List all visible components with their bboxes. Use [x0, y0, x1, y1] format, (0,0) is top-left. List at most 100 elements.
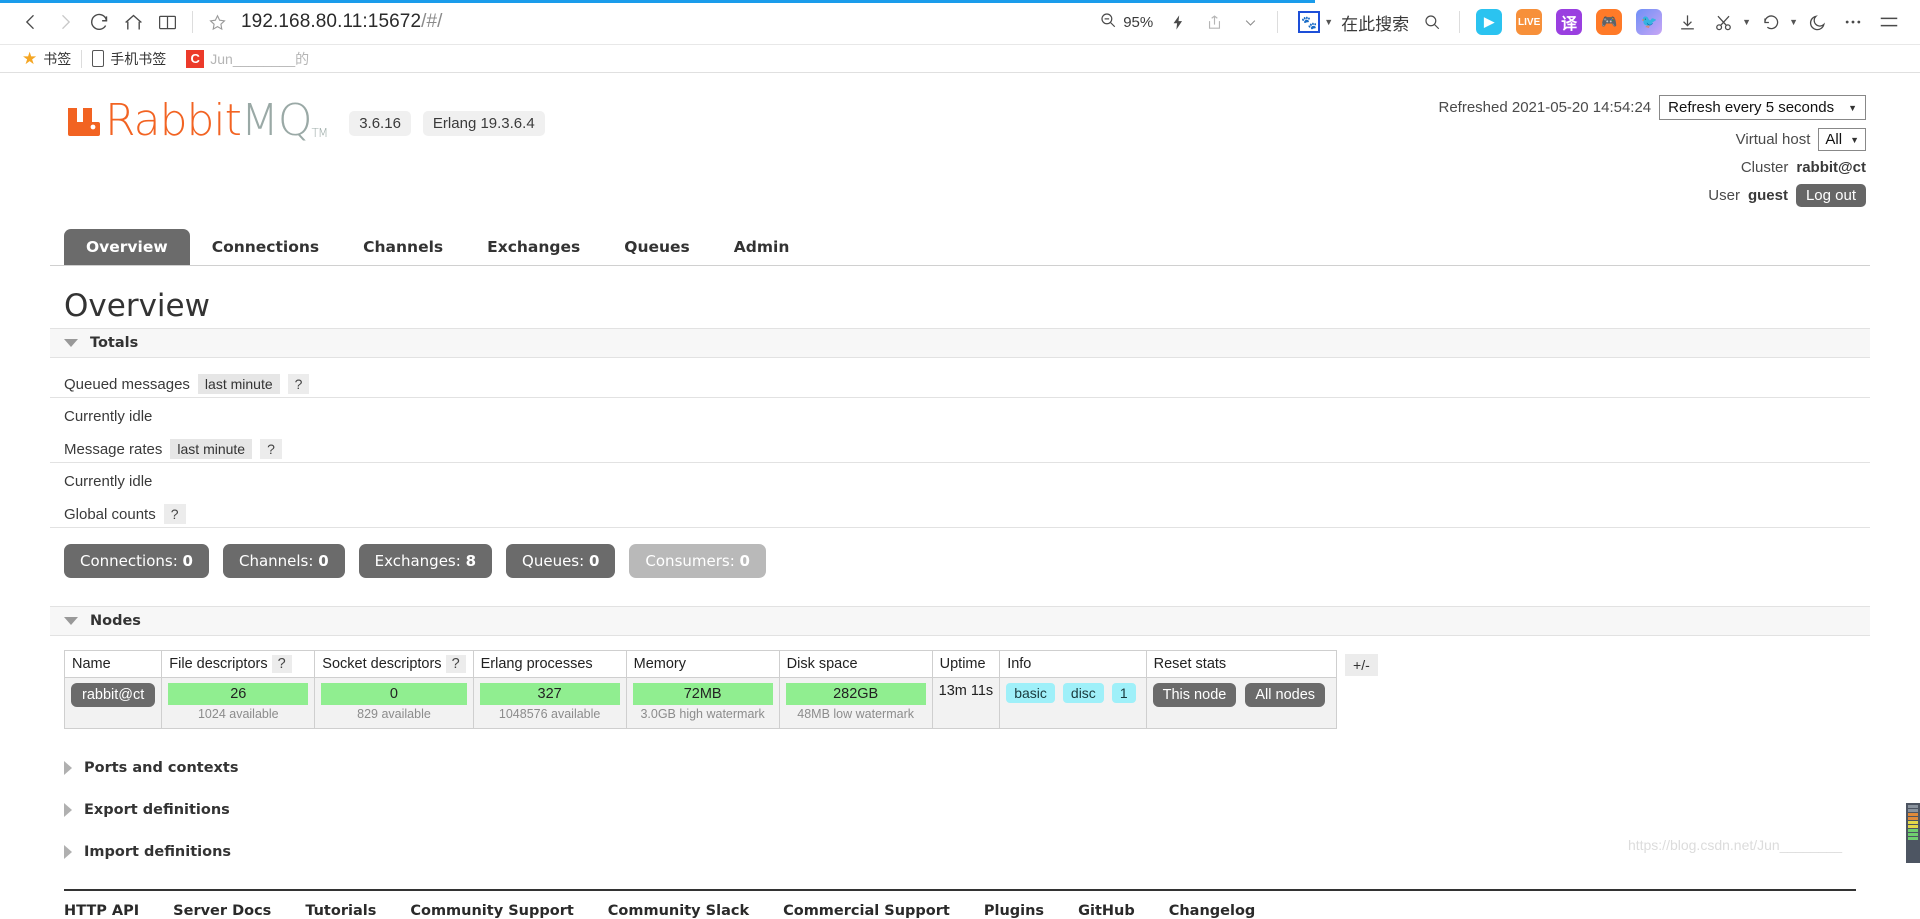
search-input[interactable]: 在此搜索	[1341, 10, 1409, 35]
node-name-link[interactable]: rabbit@ct	[71, 683, 156, 707]
ports-and-contexts-section[interactable]: Ports and contexts	[50, 747, 1870, 789]
info-chip-basic[interactable]: basic	[1006, 683, 1055, 703]
export-definitions-section[interactable]: Export definitions	[50, 789, 1870, 831]
scissors-icon[interactable]	[1706, 5, 1740, 39]
count-button-channels[interactable]: Channels: 0	[222, 544, 345, 578]
column-label: Reset stats	[1153, 656, 1227, 672]
help-icon-sd[interactable]: ?	[445, 655, 466, 673]
zoom-control[interactable]: 95%	[1099, 11, 1153, 34]
totals-section-header[interactable]: Totals	[50, 328, 1870, 358]
version-badges: 3.6.16 Erlang 19.3.6.4	[349, 111, 545, 146]
column-label: Name	[72, 656, 111, 672]
reader-icon[interactable]	[150, 5, 184, 39]
rabbitmq-version-badge: 3.6.16	[349, 111, 411, 136]
menu-icon[interactable]	[1872, 5, 1906, 39]
cluster-row: Cluster rabbit@ct	[1438, 159, 1866, 176]
totals-section-label: Totals	[90, 335, 139, 351]
count-value: 8	[465, 552, 477, 570]
message-rates-header: Message rates last minute ?	[50, 439, 1870, 463]
count-button-exchanges[interactable]: Exchanges: 8	[358, 544, 493, 578]
page-header: Rabbit MQ TM 3.6.16 Erlang 19.3.6.4 Refr…	[50, 73, 1870, 215]
queued-messages-idle: Currently idle	[64, 408, 153, 425]
rabbitmq-logo[interactable]: Rabbit MQ TM	[64, 95, 328, 146]
nodes-section-label: Nodes	[90, 613, 141, 629]
search-engine-selector[interactable]: 🐾 ▼ 在此搜索	[1298, 10, 1409, 35]
bookmark-item-csdn[interactable]: C Jun________的	[176, 49, 319, 69]
undo-icon[interactable]	[1753, 5, 1787, 39]
footer-link-server-docs[interactable]: Server Docs	[173, 903, 271, 919]
footer-link-community-slack[interactable]: Community Slack	[608, 903, 749, 919]
chevron-down-icon-search[interactable]: ▼	[1324, 17, 1333, 27]
user-label: User	[1708, 187, 1740, 204]
star-icon-bookmark: ★	[22, 48, 38, 68]
translate-extension-icon[interactable]: 译	[1556, 9, 1583, 35]
home-icon[interactable]	[116, 5, 150, 39]
message-rates-period[interactable]: last minute	[170, 439, 253, 459]
back-icon[interactable]	[14, 5, 48, 39]
count-value: 0	[182, 552, 193, 570]
count-button-consumers[interactable]: Consumers: 0	[629, 544, 766, 578]
footer-link-plugins[interactable]: Plugins	[984, 903, 1044, 919]
logout-button[interactable]: Log out	[1795, 184, 1866, 207]
star-icon[interactable]	[201, 6, 233, 38]
nodes-table: Name File descriptors? Socket descriptor…	[63, 650, 1338, 729]
queued-messages-period[interactable]: last minute	[197, 374, 280, 394]
footer-link-tutorials[interactable]: Tutorials	[305, 903, 376, 919]
rail-segment	[1908, 833, 1918, 836]
help-icon-counts[interactable]: ?	[163, 504, 186, 524]
help-icon-queued[interactable]: ?	[287, 374, 310, 394]
footer-link-community-support[interactable]: Community Support	[410, 903, 573, 919]
chevron-down-icon-scissors[interactable]: ▼	[1742, 17, 1751, 27]
tab-overview[interactable]: Overview	[64, 229, 190, 265]
vhost-select[interactable]: All ▼	[1818, 128, 1866, 151]
live-extension-icon[interactable]: LIVE	[1516, 9, 1543, 35]
global-counts-header: Global counts ?	[50, 504, 1870, 528]
share-icon[interactable]	[1197, 5, 1231, 39]
footer-link-github[interactable]: GitHub	[1078, 903, 1135, 919]
tab-exchanges[interactable]: Exchanges	[465, 229, 602, 265]
count-button-queues[interactable]: Queues: 0	[506, 544, 616, 578]
tab-queues[interactable]: Queues	[602, 229, 712, 265]
moon-icon[interactable]	[1800, 5, 1834, 39]
page-load-progress-bar	[0, 0, 1316, 3]
search-icon[interactable]	[1415, 5, 1449, 39]
nodes-section-header[interactable]: Nodes	[50, 606, 1870, 636]
footer-link-http-api[interactable]: HTTP API	[64, 903, 139, 919]
tab-admin[interactable]: Admin	[712, 229, 812, 265]
help-icon-fd[interactable]: ?	[271, 655, 292, 673]
tab-connections[interactable]: Connections	[190, 229, 341, 265]
column-uptime: Uptime	[931, 650, 1001, 678]
import-definitions-section[interactable]: Import definitions	[50, 831, 1870, 873]
more-options-icon[interactable]	[1836, 5, 1870, 39]
column-label: Info	[1007, 656, 1032, 672]
address-bar[interactable]: 192.168.80.11:15672/#/	[241, 11, 443, 33]
footer-link-commercial-support[interactable]: Commercial Support	[783, 903, 950, 919]
rail-segment	[1908, 837, 1918, 840]
count-button-connections[interactable]: Connections: 0	[64, 544, 209, 578]
download-icon[interactable]	[1670, 5, 1704, 39]
reset-all-nodes-button[interactable]: All nodes	[1245, 683, 1326, 707]
game-extension-icon[interactable]: 🎮	[1596, 9, 1623, 35]
bird-extension-icon[interactable]: 🐦	[1636, 9, 1663, 35]
chevron-down-icon[interactable]	[1233, 5, 1267, 39]
user-row: User guest Log out	[1438, 184, 1866, 207]
toggle-columns-button[interactable]: +/-	[1345, 654, 1378, 676]
reset-this-node-button[interactable]: This node	[1152, 683, 1237, 707]
socket-descriptors-available: 829 available	[357, 707, 431, 721]
lightning-icon[interactable]	[1161, 5, 1195, 39]
refresh-interval-select[interactable]: Refresh every 5 seconds ▼	[1659, 95, 1866, 120]
tab-channels[interactable]: Channels	[341, 229, 465, 265]
footer-link-changelog[interactable]: Changelog	[1169, 903, 1256, 919]
info-chip-count[interactable]: 1	[1111, 683, 1136, 703]
video-extension-icon[interactable]: ▶	[1476, 9, 1503, 35]
reload-icon[interactable]	[82, 5, 116, 39]
column-label: Memory	[633, 656, 687, 672]
info-chip-disc[interactable]: disc	[1062, 683, 1104, 703]
help-icon-rates[interactable]: ?	[260, 439, 282, 459]
count-label: Queues:	[522, 552, 585, 570]
chevron-down-icon-undo[interactable]: ▼	[1789, 17, 1798, 27]
cell-info: basic disc 1	[999, 677, 1147, 729]
zoom-out-icon[interactable]	[1099, 11, 1117, 34]
bookmark-item-shuqian[interactable]: ★ 书签	[12, 49, 81, 69]
bookmark-item-mobile[interactable]: 手机书签	[82, 49, 176, 69]
